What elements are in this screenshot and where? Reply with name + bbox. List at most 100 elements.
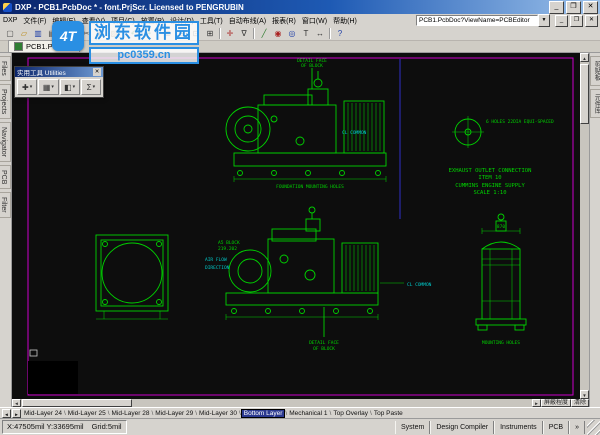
layer-tab-0[interactable]: Mid-Layer 24 xyxy=(22,410,64,417)
utilities-title-bar[interactable]: 实用工具 Utilities ✕ xyxy=(15,67,103,77)
panel-buttons: SystemDesign CompilerInstrumentsPCB» xyxy=(395,421,585,434)
child-minimize-button[interactable]: _ xyxy=(555,15,568,27)
room-tools-button[interactable]: Σ▾ xyxy=(81,79,101,95)
muffler-view xyxy=(476,214,526,330)
utilities-title: 实用工具 Utilities xyxy=(17,67,66,77)
menu-item-11[interactable]: 帮助(H) xyxy=(330,14,360,27)
new-document-button[interactable]: ▢ xyxy=(3,27,17,40)
svg-text:CL COMMON: CL COMMON xyxy=(407,282,432,288)
exhaust-hole-detail xyxy=(452,116,484,148)
place-string-button[interactable]: T xyxy=(299,27,313,40)
vertical-scroll-track[interactable] xyxy=(580,62,589,390)
place-line-button[interactable]: ╱ xyxy=(257,27,271,40)
cross-probe-button[interactable]: ✛ xyxy=(223,27,237,40)
filter-icon: ∇ xyxy=(241,27,246,40)
horizontal-scrollbar[interactable]: ◄ ► 屏蔽程度 清除 xyxy=(12,399,589,407)
right-panel-tab-0[interactable]: 剪贴板 xyxy=(590,56,600,86)
help-button[interactable]: ? xyxy=(333,27,347,40)
toolbar-separator xyxy=(219,28,221,39)
filter-button[interactable]: ∇ xyxy=(237,27,251,40)
sidebar-tab-files[interactable]: Files xyxy=(0,56,11,81)
svg-text:6 HOLES 22DIA EQUI-SPACED: 6 HOLES 22DIA EQUI-SPACED xyxy=(486,119,554,125)
resize-grip[interactable] xyxy=(587,420,600,435)
close-icon[interactable]: ✕ xyxy=(93,68,101,76)
help-icon: ? xyxy=(338,27,342,40)
layer-tab-7[interactable]: Top Overlay xyxy=(331,410,370,417)
alignment-tools-button[interactable]: ▦▾ xyxy=(38,79,58,95)
clear-button[interactable]: 清除 xyxy=(571,399,589,407)
menu-item-10[interactable]: 窗口(W) xyxy=(299,14,330,27)
minimize-button[interactable]: _ xyxy=(549,1,564,14)
scroll-up-icon[interactable]: ▲ xyxy=(580,53,589,62)
zoom-area-icon: ⊞ xyxy=(207,27,214,40)
svg-text:DIRECTION: DIRECTION xyxy=(205,265,230,271)
layer-tab-5[interactable]: Bottom Layer xyxy=(241,409,286,418)
view-selector-combo[interactable]: PCB1.PcbDoc?ViewName=PCBEditor ▼ xyxy=(416,14,550,27)
place-dimension-button[interactable]: ↔ xyxy=(313,27,327,40)
new-document-icon: ▢ xyxy=(6,27,14,40)
save-document-icon: ▥ xyxy=(34,27,42,40)
application-window: DXP - PCB1.PcbDoc * - font.PrjScr. Licen… xyxy=(0,0,600,435)
layer-scroll-right-icon[interactable]: ► xyxy=(12,409,21,418)
layer-tab-6[interactable]: Mechanical 1 xyxy=(287,410,329,417)
vertical-scroll-thumb[interactable] xyxy=(580,64,589,124)
fill-region xyxy=(28,361,78,394)
svg-text:DETAIL FACE: DETAIL FACE xyxy=(309,340,339,346)
right-panel-tab-1[interactable]: 元件库 xyxy=(590,89,600,119)
sidebar-tab-navigator[interactable]: Navigator xyxy=(0,122,11,162)
status-bar: X:47505mil Y:33695mil Grid:5mil SystemDe… xyxy=(0,418,600,435)
scroll-left-icon[interactable]: ◄ xyxy=(12,399,21,407)
utility-tools-button[interactable]: ✚▾ xyxy=(17,79,37,95)
vertical-scrollbar[interactable]: ▲ ▼ xyxy=(580,53,589,399)
layer-tab-1[interactable]: Mid-Layer 25 xyxy=(66,410,108,417)
menu-item-8[interactable]: 自动布线(A) xyxy=(226,14,269,27)
dropdown-arrow-icon: ▾ xyxy=(93,84,96,90)
layer-tab-4[interactable]: Mid-Layer 30 xyxy=(197,410,239,417)
menu-item-0[interactable]: DXP xyxy=(0,14,20,27)
place-line-icon: ╱ xyxy=(262,27,267,40)
child-restore-button[interactable]: ❐ xyxy=(570,15,583,27)
dimension-tools-button[interactable]: ◧▾ xyxy=(60,79,80,95)
horizontal-scroll-thumb[interactable] xyxy=(22,399,132,407)
open-document-button[interactable]: ▱ xyxy=(17,27,31,40)
utilities-toolbar-window[interactable]: 实用工具 Utilities ✕ ✚▾▦▾◧▾Σ▾ xyxy=(14,66,104,98)
cross-probe-icon: ✛ xyxy=(227,27,234,40)
panel-button-2[interactable]: Instruments xyxy=(494,421,543,434)
zoom-area-button[interactable]: ⊞ xyxy=(203,27,217,40)
alignment-tools-icon: ▦ xyxy=(43,83,51,92)
scroll-down-icon[interactable]: ▼ xyxy=(580,390,589,399)
svg-text:ITEM 10: ITEM 10 xyxy=(478,175,501,181)
scroll-right-icon[interactable]: ► xyxy=(532,399,541,407)
maximize-button[interactable]: ❐ xyxy=(566,1,581,14)
save-document-button[interactable]: ▥ xyxy=(31,27,45,40)
chevron-down-icon[interactable]: ▼ xyxy=(538,14,550,27)
watermark-text: 浏东软件园 pc0359.cn xyxy=(89,21,199,64)
menu-item-7[interactable]: 工具(T) xyxy=(197,14,226,27)
place-via-button[interactable]: ◎ xyxy=(285,27,299,40)
menu-item-9[interactable]: 报表(R) xyxy=(269,14,299,27)
layer-tab-3[interactable]: Mid-Layer 29 xyxy=(153,410,195,417)
room-tools-icon: Σ xyxy=(87,83,92,92)
child-close-button[interactable]: ✕ xyxy=(585,15,598,27)
panel-button-1[interactable]: Design Compiler xyxy=(430,421,494,434)
horizontal-scroll-track[interactable] xyxy=(21,399,532,407)
layer-scroll-left-icon[interactable]: ◄ xyxy=(2,409,11,418)
sidebar-tab-projects[interactable]: Projects xyxy=(0,84,11,119)
panel-button-4[interactable]: » xyxy=(569,421,585,434)
close-button[interactable]: ✕ xyxy=(583,1,598,14)
menu-item-1[interactable]: 文件(F) xyxy=(20,14,49,27)
left-panel-tab-strip: Files Projects Navigator PCB Filter xyxy=(0,53,12,407)
origin-marker xyxy=(30,350,37,356)
dropdown-arrow-icon: ▾ xyxy=(51,84,54,90)
pcb-editor-canvas[interactable]: DETAIL FACE OF BLOCK CL COMMON FOUNDATIO… xyxy=(12,53,580,399)
sidebar-tab-filter[interactable]: Filter xyxy=(0,192,11,218)
panel-button-0[interactable]: System xyxy=(395,421,430,434)
app-icon xyxy=(3,3,12,12)
svg-text:870: 870 xyxy=(497,224,505,230)
panel-button-3[interactable]: PCB xyxy=(543,421,569,434)
sidebar-tab-pcb[interactable]: PCB xyxy=(0,165,11,189)
place-pad-button[interactable]: ◉ xyxy=(271,27,285,40)
layer-tab-8[interactable]: Top Paste xyxy=(372,410,405,417)
mask-level-button[interactable]: 屏蔽程度 xyxy=(541,399,571,407)
layer-tab-2[interactable]: Mid-Layer 28 xyxy=(110,410,152,417)
